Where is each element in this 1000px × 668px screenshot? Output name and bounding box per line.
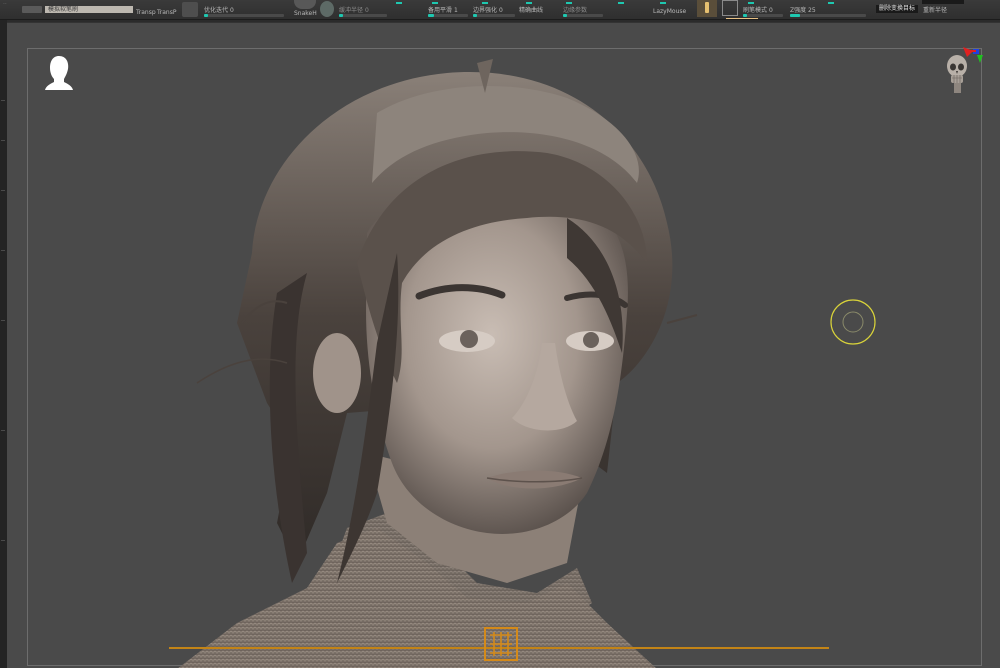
precise-curve-label[interactable]: 精确曲线 <box>519 7 543 15</box>
top-toolbar: ·· 模拟软笔刷 Transp TransP 优化迭代 0 SnakeH 缓冲半… <box>0 0 1000 20</box>
snakehook-label[interactable]: SnakeH <box>294 10 317 18</box>
sphere-brush-icon[interactable] <box>320 1 334 17</box>
slider-tick-a <box>396 2 402 4</box>
left-tool-strip <box>0 20 7 668</box>
edge-strength-slider[interactable] <box>473 14 515 17</box>
slider-tick-i <box>828 2 834 4</box>
axis-gizmo-icon[interactable] <box>963 47 985 69</box>
smooth-iterations-slider[interactable] <box>204 14 284 17</box>
grid-icon-button[interactable] <box>722 0 738 16</box>
slider-tick-e <box>566 2 572 4</box>
slider-tick-f <box>618 2 624 4</box>
dots-icon: ·· <box>3 1 7 8</box>
toolbar-left-icons: ·· <box>0 0 20 19</box>
slider-tick-h <box>748 2 754 4</box>
active-tab-indicator <box>726 18 758 19</box>
slider-tick-d <box>526 2 532 4</box>
pen-icon-button[interactable] <box>697 0 717 17</box>
slider-tick-b <box>432 2 438 4</box>
logo-stamp-icon <box>484 627 518 661</box>
edge-params-slider[interactable] <box>563 14 603 17</box>
toolbar-small-button[interactable] <box>22 0 42 19</box>
sculpt-viewport[interactable] <box>7 22 1000 668</box>
top-right-field[interactable] <box>922 0 964 4</box>
reach-slider[interactable] <box>339 14 387 17</box>
brush-cursor-icon <box>830 299 876 345</box>
alt-smooth-slider[interactable] <box>428 14 468 17</box>
lazymouse-button[interactable]: LazyMouse <box>653 8 686 16</box>
head-silhouette-icon[interactable] <box>44 54 74 92</box>
redo-radius-label[interactable]: 重新半径 <box>923 7 947 15</box>
remove-target-button[interactable]: 删除变换目标 <box>876 5 919 13</box>
z-intensity-slider[interactable] <box>790 14 866 17</box>
transp-label[interactable]: Transp <box>136 9 156 17</box>
slider-tick-c <box>482 2 488 4</box>
slider-tick-g <box>660 2 666 4</box>
trans-pl-label[interactable]: TransP <box>157 9 176 17</box>
snakehook-brush-icon[interactable] <box>294 0 316 9</box>
layer-name-field[interactable]: 模拟软笔刷 <box>45 6 133 13</box>
brush-thumbnail-button[interactable] <box>182 2 198 17</box>
brush-mode-slider[interactable] <box>743 14 783 17</box>
